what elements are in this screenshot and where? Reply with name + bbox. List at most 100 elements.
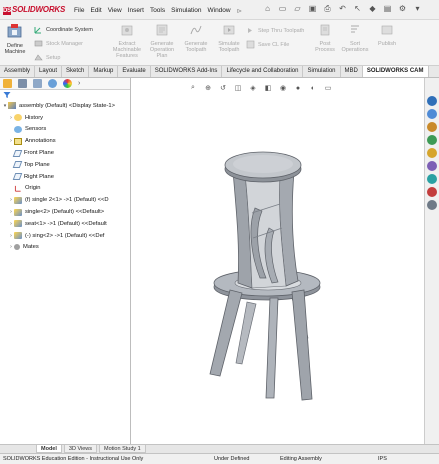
options-icon[interactable]: ⚙: [397, 3, 408, 14]
setup-button[interactable]: Setup: [34, 53, 60, 62]
view-settings-icon[interactable]: ▭: [323, 83, 333, 93]
tab-evaluate[interactable]: Evaluate: [118, 66, 151, 77]
print-icon[interactable]: ⎙: [322, 3, 333, 14]
tree-item-history[interactable]: › History: [2, 112, 130, 124]
sensor-icon: [14, 125, 22, 133]
property-manager-tab-icon[interactable]: [18, 79, 27, 88]
extract-features-button[interactable]: Extract Machinable Features: [110, 23, 144, 59]
view-orientation-icon[interactable]: ◈: [248, 83, 258, 93]
open-icon[interactable]: ▱: [292, 3, 303, 14]
zoom-area-icon[interactable]: ⊕: [203, 83, 213, 93]
sort-operations-icon: [351, 25, 359, 33]
new-document-icon[interactable]: ▭: [277, 3, 288, 14]
appearances-icon[interactable]: [427, 148, 437, 158]
panel-expand-icon[interactable]: ›: [78, 80, 80, 87]
mates-icon: [14, 244, 20, 251]
tab-layout[interactable]: Layout: [35, 66, 63, 77]
generate-toolpath-icon: [190, 25, 202, 35]
tree-item-origin[interactable]: Origin: [2, 183, 130, 195]
tab-lifecycle-collaboration[interactable]: Lifecycle and Collaboration: [222, 66, 304, 77]
view-palette-icon[interactable]: [427, 135, 437, 145]
tab-simulation[interactable]: Simulation: [303, 66, 341, 77]
coordinate-system-label: Coordinate System: [46, 26, 93, 33]
menu-view[interactable]: View: [108, 7, 122, 15]
rebuild-icon[interactable]: ◆: [367, 3, 378, 14]
tab-markup[interactable]: Markup: [89, 66, 119, 77]
tree-root-label: assembly (Default) <Display State-1>: [19, 102, 116, 109]
forum-icon[interactable]: [427, 174, 437, 184]
home-icon[interactable]: ⌂: [262, 3, 273, 14]
tab-solidworks-cam[interactable]: SOLIDWORKS CAM: [362, 66, 429, 77]
tree-item-right-plane[interactable]: Right Plane: [2, 171, 130, 183]
tree-item-component[interactable]: › (f) single 2<1> ->1 (Default) <<D: [2, 194, 130, 206]
dropdown-icon[interactable]: ▾: [412, 3, 423, 14]
filter-icon[interactable]: [3, 91, 11, 99]
menu-window[interactable]: Window: [207, 7, 230, 15]
editing-mode: Editing Assembly: [280, 456, 322, 462]
define-machine-button[interactable]: Define Machine: [2, 23, 28, 55]
custom-properties-icon[interactable]: [427, 161, 437, 171]
tree-item-front-plane[interactable]: Front Plane: [2, 147, 130, 159]
previous-view-icon[interactable]: ↺: [218, 83, 228, 93]
tree-item-component[interactable]: › single<2> (Default) <<Default>: [2, 206, 130, 218]
edit-appearance-icon[interactable]: ●: [293, 83, 303, 93]
menu-tools[interactable]: Tools: [150, 7, 165, 15]
select-icon[interactable]: ↖: [352, 3, 363, 14]
simulate-toolpath-button[interactable]: Simulate Toolpath: [214, 23, 244, 53]
step-thru-toolpath-button[interactable]: Step Thru Toolpath: [246, 26, 304, 35]
undo-icon[interactable]: ↶: [337, 3, 348, 14]
apply-scene-icon[interactable]: ◐: [308, 83, 318, 93]
tree-item-mates[interactable]: › Mates: [2, 242, 130, 254]
solidworks-resources-icon[interactable]: [427, 96, 437, 106]
tree-item-label: Mates: [23, 244, 39, 251]
generate-plan-button[interactable]: Generate Operation Plan: [146, 23, 178, 59]
units-selector[interactable]: IPS: [378, 456, 387, 462]
section-view-icon[interactable]: ◫: [233, 83, 243, 93]
tree-item-sensors[interactable]: Sensors: [2, 124, 130, 136]
menu-insert[interactable]: Insert: [128, 7, 144, 15]
zoom-to-fit-icon[interactable]: ⌕: [188, 83, 198, 93]
tree-item-label: seat<1> ->1 (Default) <<Default: [25, 220, 107, 227]
save-cl-file-button[interactable]: Save CL File: [246, 40, 289, 49]
display-manager-tab-icon[interactable]: [63, 79, 72, 88]
tree-item-annotations[interactable]: › Annotations: [2, 135, 130, 147]
tab-motion-study[interactable]: Motion Study 1: [99, 445, 146, 453]
graphics-area[interactable]: [132, 78, 424, 444]
tab-mbd[interactable]: MBD: [341, 66, 363, 77]
stock-manager-button[interactable]: Stock Manager: [34, 39, 83, 48]
display-style-icon[interactable]: ◧: [263, 83, 273, 93]
menu-edit[interactable]: Edit: [90, 7, 101, 15]
cam-tree-icon[interactable]: [427, 200, 437, 210]
file-properties-icon[interactable]: ▤: [382, 3, 393, 14]
publish-button[interactable]: Publish: [374, 23, 400, 47]
file-explorer-icon[interactable]: [427, 122, 437, 132]
sort-operations-button[interactable]: Sort Operations: [340, 23, 370, 53]
tab-sketch[interactable]: Sketch: [62, 66, 90, 77]
tab-3d-views[interactable]: 3D Views: [63, 445, 98, 453]
feature-manager-tab-icon[interactable]: [3, 79, 12, 88]
tree-item-component[interactable]: › seat<1> ->1 (Default) <<Default: [2, 218, 130, 230]
menu-simulation[interactable]: Simulation: [171, 7, 201, 15]
save-icon[interactable]: ▣: [307, 3, 318, 14]
pin-icon[interactable]: ⊳: [237, 7, 242, 15]
solidworks-logo[interactable]: DSSOLIDWORKS: [3, 5, 65, 15]
tab-model[interactable]: Model: [36, 445, 62, 453]
generate-toolpath-button[interactable]: Generate Toolpath: [180, 23, 212, 53]
origin-icon: [14, 185, 21, 192]
hide-show-items-icon[interactable]: ◉: [278, 83, 288, 93]
tab-solidworks-add-ins[interactable]: SOLIDWORKS Add-Ins: [151, 66, 223, 77]
tree-item-label: single<2> (Default) <<Default>: [25, 209, 105, 216]
tab-assembly[interactable]: Assembly: [0, 66, 36, 77]
solidworks-cam-icon[interactable]: [427, 187, 437, 197]
configuration-manager-tab-icon[interactable]: [33, 79, 42, 88]
coordinate-system-button[interactable]: Coordinate System: [34, 25, 93, 34]
tree-item-component[interactable]: › (-) sing<2> ->1 (Default) <<Def: [2, 230, 130, 242]
tree-root-assembly[interactable]: ▾ assembly (Default) <Display State-1>: [2, 100, 130, 112]
stool-model[interactable]: [132, 78, 424, 444]
dim-xpert-tab-icon[interactable]: [48, 79, 57, 88]
design-library-icon[interactable]: [427, 109, 437, 119]
post-process-button[interactable]: Post Process: [312, 23, 338, 53]
tree-item-label: History: [25, 114, 44, 121]
tree-item-top-plane[interactable]: Top Plane: [2, 159, 130, 171]
menu-file[interactable]: File: [74, 7, 84, 15]
